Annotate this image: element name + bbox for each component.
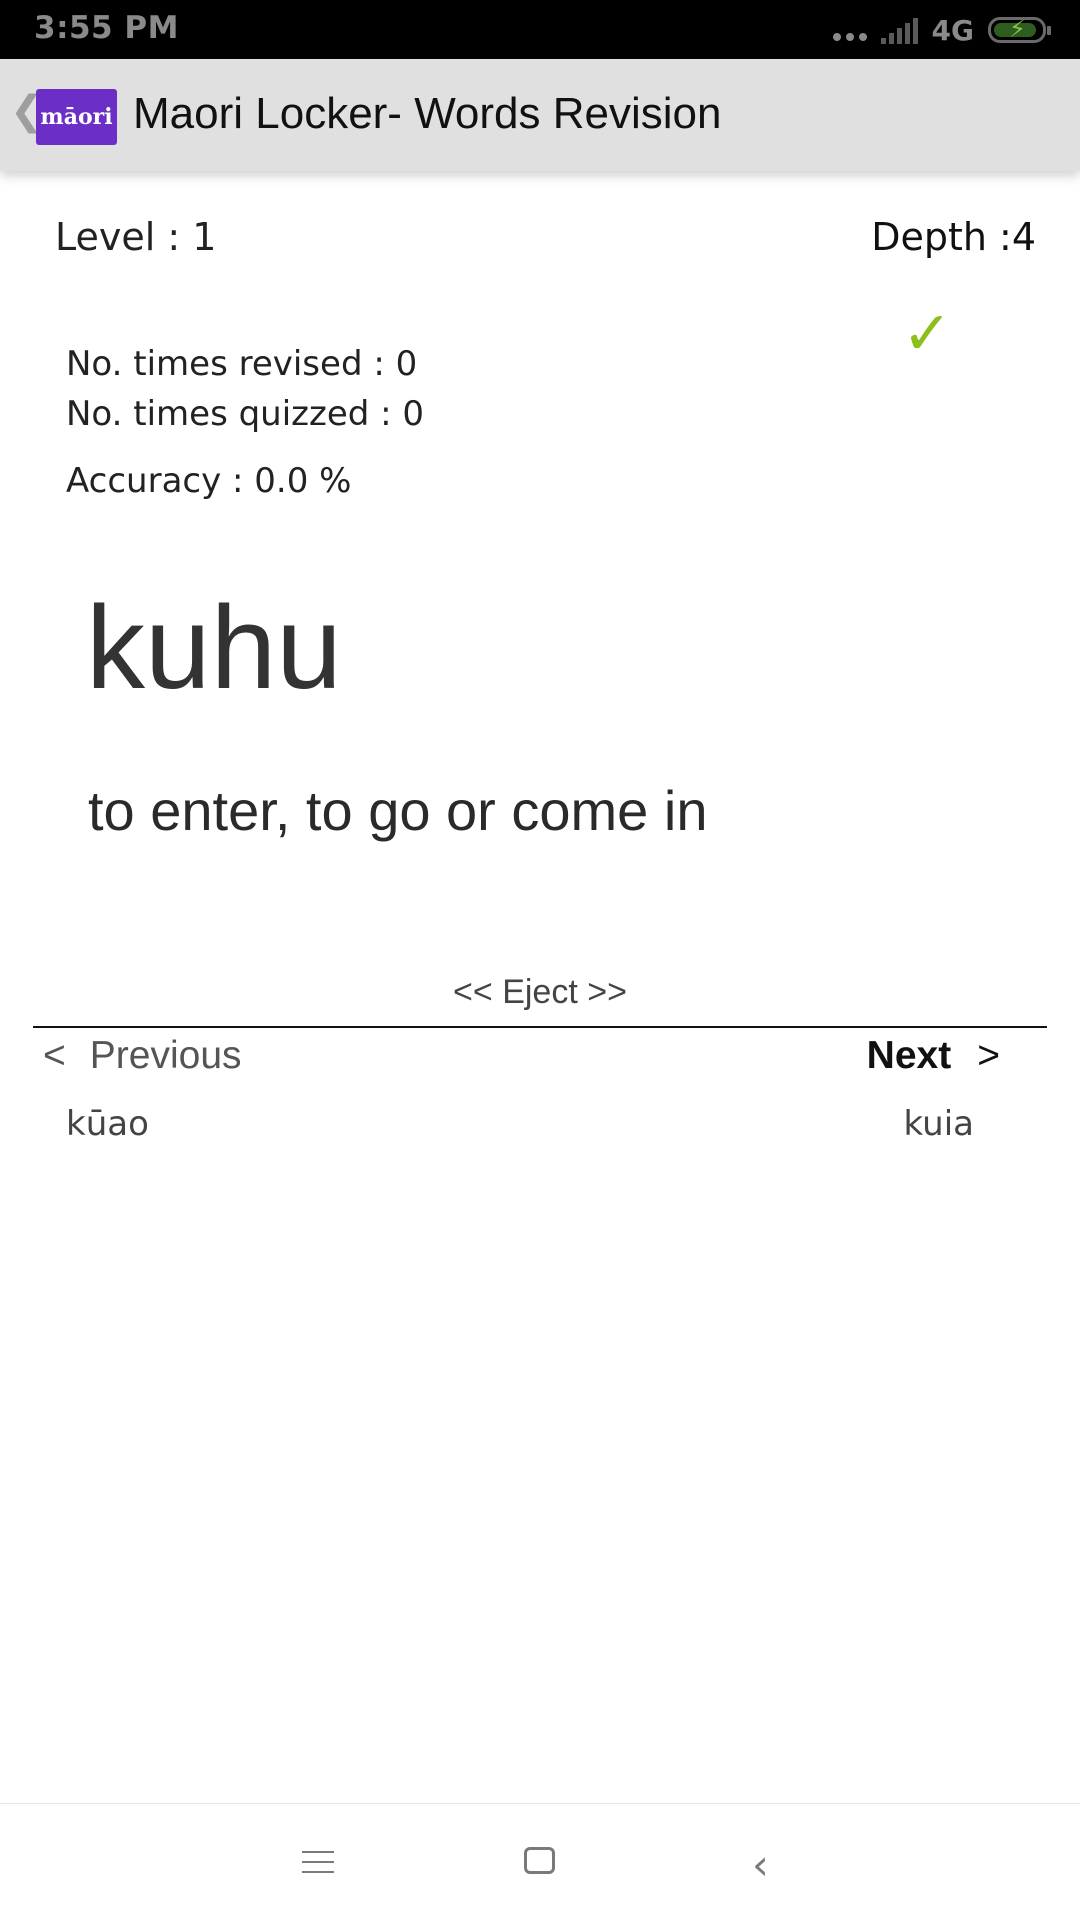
system-nav-bar: ‹ [0,1803,1080,1921]
times-quizzed: No. times quizzed : 0 [66,394,425,434]
app-title: Maori Locker- Words Revision [133,89,722,138]
eject-button[interactable]: << Eject >> [0,973,1080,1012]
previous-label: Previous [89,1034,242,1077]
checkmark-icon[interactable]: ✓ [902,304,952,364]
status-bar: 3:55 PM 4G ⚡ [0,0,1080,59]
app-bar: ❮ māori Maori Locker- Words Revision [0,59,1080,171]
maori-word: kuhu [86,582,342,714]
network-type: 4G [931,13,974,47]
next-arrow-icon: > [977,1034,1000,1077]
app-logo[interactable]: māori [36,89,117,145]
previous-button[interactable]: < Previous [43,1034,242,1078]
signal-icon [880,16,918,44]
menu-icon[interactable] [302,1851,334,1881]
previous-word[interactable]: kūao [66,1104,149,1144]
battery-charging-icon: ⚡ [988,16,1051,43]
next-word[interactable]: kuia [904,1104,974,1144]
status-icons: 4G ⚡ [832,12,1051,48]
word-meaning: to enter, to go or come in [88,779,708,842]
next-button[interactable]: Next > [867,1034,1000,1078]
back-icon[interactable]: ‹ [752,1844,769,1886]
next-label: Next [866,1034,952,1077]
divider [33,1026,1047,1028]
status-time: 3:55 PM [34,10,179,46]
previous-arrow-icon: < [43,1034,66,1077]
home-icon[interactable] [524,1847,555,1874]
depth-label: Depth :4 [871,215,1036,259]
times-revised: No. times revised : 0 [66,344,418,384]
more-dots-icon [832,19,867,41]
level-label: Level : 1 [55,215,217,259]
accuracy: Accuracy : 0.0 % [66,461,352,501]
